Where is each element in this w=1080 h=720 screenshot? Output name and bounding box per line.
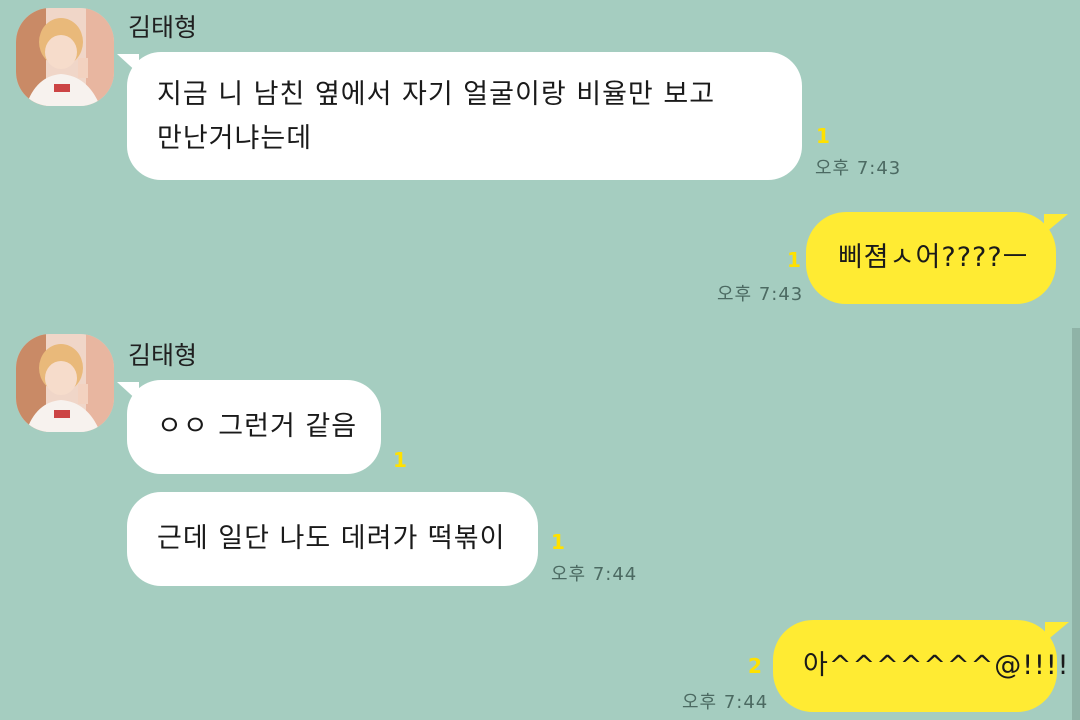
profile-photo-icon <box>16 334 114 432</box>
message-bubble[interactable]: 근데 일단 나도 데려가 떡볶이 <box>127 492 538 586</box>
message-text: 근데 일단 나도 데려가 떡볶이 <box>157 523 506 554</box>
message-bubble[interactable]: 아^^^^^^^@!!!!!!! <box>773 620 1080 712</box>
message-text: ㅇㅇ 그런거 같음 <box>157 411 358 442</box>
unread-count: 1 <box>551 530 565 554</box>
scrollbar[interactable] <box>1072 328 1080 720</box>
unread-count: 2 <box>748 654 762 678</box>
message-time: 오후 7:44 <box>551 564 638 585</box>
message-text: 삐졈ㅅ어????ㅡ <box>838 242 1029 273</box>
unread-count: 1 <box>787 248 801 272</box>
sender-avatar[interactable] <box>16 8 114 106</box>
sender-name: 김태형 <box>128 341 198 370</box>
profile-photo-icon <box>16 8 114 106</box>
message-bubble[interactable]: 지금 니 남친 옆에서 자기 얼굴이랑 비율만 보고 만난거냐는데 <box>117 52 802 180</box>
unread-count: 1 <box>393 448 407 472</box>
message-text-line: 만난거냐는데 <box>157 123 313 154</box>
message-text-line: 지금 니 남친 옆에서 자기 얼굴이랑 비율만 보고 <box>157 79 716 110</box>
unread-count: 1 <box>816 124 830 148</box>
message-time: 오후 7:43 <box>815 158 902 179</box>
message-bubble[interactable]: 삐졈ㅅ어????ㅡ <box>806 212 1068 304</box>
message-time: 오후 7:44 <box>682 692 769 713</box>
message-text: 아^^^^^^^@!!!!!!! <box>803 650 1080 681</box>
sender-name: 김태형 <box>128 13 198 42</box>
message-bubble[interactable]: ㅇㅇ 그런거 같음 <box>117 380 381 474</box>
message-time: 오후 7:43 <box>717 284 804 305</box>
sender-avatar[interactable] <box>16 334 114 432</box>
